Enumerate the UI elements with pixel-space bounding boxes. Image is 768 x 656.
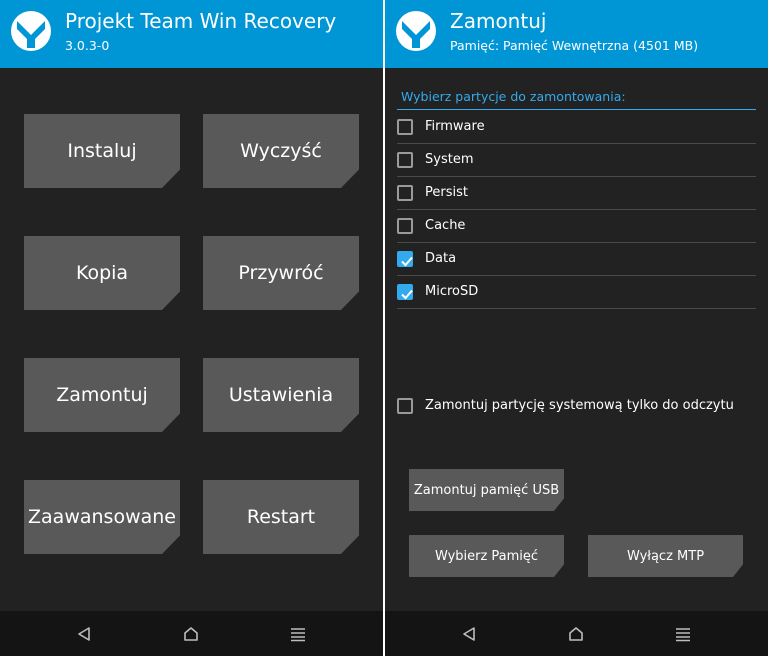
- back-icon: [78, 627, 90, 641]
- header-bar: Projekt Team Win Recovery 3.0.3-0: [0, 0, 383, 68]
- backup-button[interactable]: Kopia: [24, 236, 180, 310]
- readonly-system-option[interactable]: Zamontuj partycję systemową tylko do odc…: [397, 394, 756, 418]
- partition-label: Persist: [425, 185, 468, 200]
- partition-row-microsd[interactable]: MicroSD: [397, 276, 756, 309]
- partition-row-data[interactable]: Data: [397, 243, 756, 276]
- partition-row-system[interactable]: System: [397, 144, 756, 177]
- header-bar: Zamontuj Pamięć: Pamięć Wewnętrzna (4501…: [385, 0, 768, 68]
- advanced-button[interactable]: Zaawansowane: [24, 480, 180, 554]
- install-button[interactable]: Instaluj: [24, 114, 180, 188]
- checkbox[interactable]: [397, 185, 413, 201]
- partition-row-persist[interactable]: Persist: [397, 177, 756, 210]
- mount-usb-label: Zamontuj pamięć USB: [413, 482, 560, 498]
- partition-row-cache[interactable]: Cache: [397, 210, 756, 243]
- screenshot-stage: Projekt Team Win Recovery 3.0.3-0 Instal…: [0, 0, 768, 656]
- partition-row-firmware[interactable]: Firmware: [397, 111, 756, 144]
- disable-mtp-button[interactable]: Wyłącz MTP: [588, 535, 743, 577]
- settings-label: Ustawienia: [228, 384, 334, 406]
- home-button[interactable]: [562, 620, 590, 648]
- select-storage-button[interactable]: Wybierz Pamięć: [409, 535, 564, 577]
- partition-label: Firmware: [425, 119, 485, 134]
- checkbox[interactable]: [397, 284, 413, 300]
- nav-bar: [385, 611, 768, 656]
- twrp-logo-icon: [396, 11, 436, 51]
- main-menu-screen: Projekt Team Win Recovery 3.0.3-0 Instal…: [0, 0, 383, 656]
- menu-button[interactable]: [669, 620, 697, 648]
- checkbox[interactable]: [397, 218, 413, 234]
- twrp-logo-icon: [11, 11, 51, 51]
- install-label: Instaluj: [67, 140, 137, 162]
- header-title: Zamontuj: [450, 9, 547, 33]
- menu-icon: [676, 628, 690, 642]
- header-subtitle: 3.0.3-0: [65, 38, 110, 53]
- checkmark-icon: [401, 256, 413, 267]
- back-icon: [463, 627, 475, 641]
- checkbox[interactable]: [397, 119, 413, 135]
- back-button[interactable]: [70, 620, 98, 648]
- reboot-label: Restart: [246, 506, 316, 528]
- partition-label: MicroSD: [425, 284, 479, 299]
- menu-icon: [291, 628, 305, 642]
- mount-button[interactable]: Zamontuj: [24, 358, 180, 432]
- back-button[interactable]: [455, 620, 483, 648]
- checkbox[interactable]: [397, 398, 413, 414]
- section-divider: [397, 109, 756, 110]
- advanced-label: Zaawansowane: [28, 506, 176, 528]
- backup-label: Kopia: [75, 262, 129, 284]
- checkbox[interactable]: [397, 251, 413, 267]
- restore-label: Przywróć: [238, 262, 324, 284]
- partition-label: Cache: [425, 218, 466, 233]
- nav-bar: [0, 611, 383, 656]
- readonly-system-label: Zamontuj partycję systemową tylko do odc…: [425, 398, 734, 413]
- wipe-label: Wyczyść: [240, 140, 322, 162]
- partition-label: System: [425, 152, 474, 167]
- partition-section-label: Wybierz partycje do zamontowania:: [401, 89, 626, 104]
- mount-usb-storage-button[interactable]: Zamontuj pamięć USB: [409, 469, 564, 511]
- settings-button[interactable]: Ustawienia: [203, 358, 359, 432]
- restore-button[interactable]: Przywróć: [203, 236, 359, 310]
- checkbox[interactable]: [397, 152, 413, 168]
- home-button[interactable]: [177, 620, 205, 648]
- mount-label: Zamontuj: [56, 384, 148, 406]
- header-subtitle: Pamięć: Pamięć Wewnętrzna (4501 MB): [450, 38, 699, 53]
- menu-button[interactable]: [284, 620, 312, 648]
- partition-label: Data: [425, 251, 457, 266]
- disable-mtp-label: Wyłącz MTP: [626, 548, 705, 564]
- header-title: Projekt Team Win Recovery: [65, 9, 337, 33]
- checkmark-icon: [401, 289, 413, 300]
- wipe-button[interactable]: Wyczyść: [203, 114, 359, 188]
- home-icon: [184, 627, 198, 641]
- mount-screen: Zamontuj Pamięć: Pamięć Wewnętrzna (4501…: [385, 0, 768, 656]
- reboot-button[interactable]: Restart: [203, 480, 359, 554]
- select-storage-label: Wybierz Pamięć: [434, 548, 539, 564]
- home-icon: [569, 627, 583, 641]
